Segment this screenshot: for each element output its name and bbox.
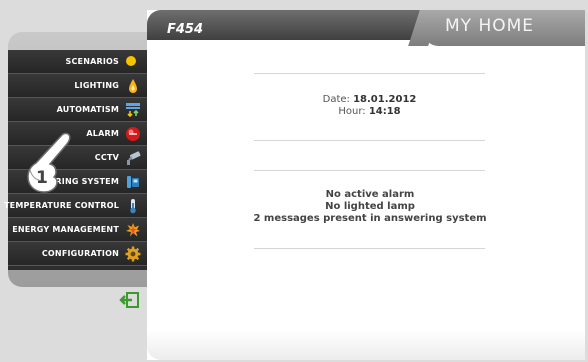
menu-item-label: LIGHTING — [74, 81, 119, 90]
menu-item-configuration[interactable]: CONFIGURATION — [8, 242, 151, 266]
menu-item-label: CONFIGURATION — [41, 249, 119, 258]
menu-item-label: TEMPERATURE CONTROL — [4, 201, 119, 210]
device-title: F454 — [167, 22, 204, 37]
answering-system-icon — [125, 174, 141, 190]
step-number: 1 — [36, 168, 48, 188]
pointing-hand-icon: 1 — [20, 130, 76, 200]
menu-item-energy-management[interactable]: ENERGY MANAGEMENT — [8, 218, 151, 242]
divider — [254, 170, 485, 171]
menu-item-label: AUTOMATISM — [56, 105, 119, 114]
gear-icon — [125, 246, 141, 262]
date-line: Date: 18.01.2012 — [254, 94, 485, 105]
exit-icon — [119, 292, 139, 308]
menu-item-label: ENERGY MANAGEMENT — [12, 225, 119, 234]
hour-value: 14:18 — [368, 106, 401, 117]
menu-item-label: CCTV — [94, 153, 119, 162]
date-value: 18.01.2012 — [353, 94, 417, 105]
brand-logo: MY HOME — [445, 16, 535, 36]
menu-item-lighting[interactable]: LIGHTING — [8, 74, 151, 98]
divider — [254, 140, 485, 141]
date-label: Date: — [322, 94, 350, 105]
hour-label: Hour: — [338, 106, 366, 117]
divider — [254, 73, 485, 74]
menu-item-label: SCENARIOS — [65, 57, 119, 66]
lighting-icon — [125, 78, 141, 94]
panel-footer — [147, 330, 585, 360]
energy-icon — [125, 222, 141, 238]
hour-line: Hour: 14:18 — [254, 106, 485, 117]
alarm-icon — [125, 126, 141, 142]
automatism-icon — [125, 102, 141, 118]
main-panel — [147, 10, 585, 360]
lamp-status: No lighted lamp — [325, 201, 415, 212]
thermometer-icon — [125, 198, 141, 214]
cctv-icon — [125, 150, 141, 166]
menu-item-scenarios[interactable]: SCENARIOS — [8, 50, 151, 74]
divider — [254, 248, 485, 249]
menu-item-automatism[interactable]: AUTOMATISM — [8, 98, 151, 122]
scenarios-icon — [125, 54, 141, 70]
alarm-status: No active alarm — [325, 189, 415, 200]
exit-button[interactable] — [118, 291, 140, 309]
menu-item-label: ALARM — [86, 129, 119, 138]
messages-status: 2 messages present in answering system — [253, 213, 487, 224]
